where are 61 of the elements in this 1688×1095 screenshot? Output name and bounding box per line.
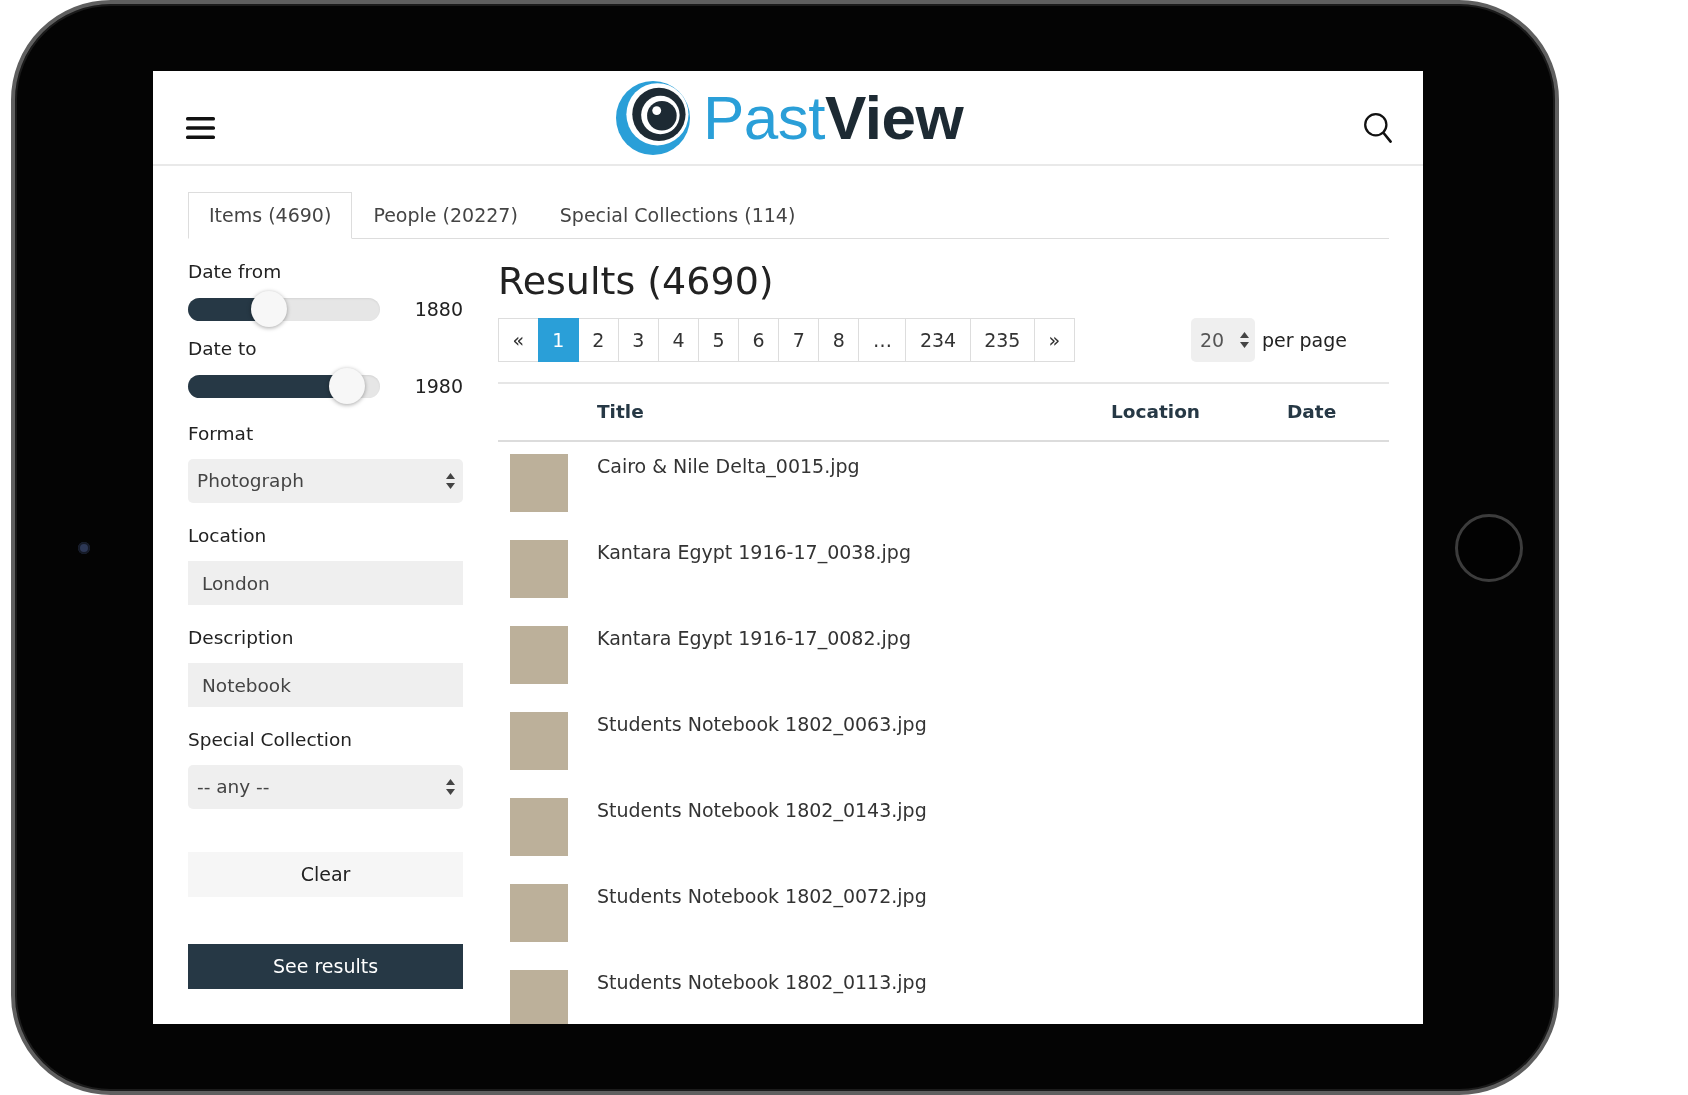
photo-thumbnail (510, 884, 568, 942)
field-label: Special Collection (188, 728, 354, 752)
page-link[interactable]: 8 (818, 318, 860, 362)
field-label: Date to (188, 337, 258, 361)
range-slider[interactable] (188, 368, 380, 404)
tab[interactable]: Special Collections (114) (538, 192, 817, 239)
page-link[interactable]: 3 (617, 318, 659, 362)
photo-thumbnail (510, 798, 568, 856)
photo-thumbnail (510, 454, 568, 512)
range-slider[interactable] (188, 291, 380, 327)
result-title[interactable]: Students Notebook 1802_0113.jpg (597, 971, 927, 993)
text-field[interactable]: London (188, 561, 463, 605)
select-arrows-icon (1239, 332, 1249, 348)
result-title[interactable]: Students Notebook 1802_0063.jpg (597, 713, 927, 735)
logo-wordmark: PastView (702, 86, 964, 149)
camera-lens-icon (78, 541, 90, 554)
column-header: Location (1111, 400, 1201, 425)
page-link[interactable]: 7 (778, 318, 820, 362)
page-link[interactable]: 235 (969, 318, 1035, 362)
select-arrows-icon (446, 473, 455, 489)
photo-thumbnail (510, 540, 568, 598)
results-heading: Results (4690) (498, 258, 775, 304)
page-link[interactable]: … (858, 318, 907, 362)
result-title[interactable]: Kantara Egypt 1916-17_0082.jpg (597, 627, 911, 649)
select-field[interactable]: -- any -- (188, 765, 463, 809)
photo-thumbnail (510, 626, 568, 684)
result-title[interactable]: Students Notebook 1802_0072.jpg (597, 885, 927, 907)
field-label: Format (188, 422, 255, 446)
result-title[interactable]: Kantara Egypt 1916-17_0038.jpg (597, 541, 911, 563)
per-page-label: per page (1261, 327, 1347, 353)
text-field[interactable]: Notebook (188, 663, 463, 707)
clear-button[interactable]: Clear (188, 852, 463, 897)
tab[interactable]: People (20227) (352, 192, 539, 239)
page-link[interactable]: 6 (738, 318, 780, 362)
column-header: Date (1287, 400, 1338, 425)
photo-thumbnail (510, 712, 568, 770)
slider-value: 1980 (414, 374, 463, 398)
page-link[interactable]: 4 (657, 318, 699, 362)
page-link[interactable]: 2 (577, 318, 619, 362)
logo-icon (615, 80, 690, 155)
result-title[interactable]: Students Notebook 1802_0143.jpg (597, 799, 927, 821)
page-link[interactable]: 234 (905, 318, 971, 362)
slider-thumb[interactable] (250, 291, 287, 327)
field-label: Location (188, 524, 268, 548)
slider-value: 1880 (414, 297, 463, 321)
search-icon[interactable] (1364, 112, 1392, 143)
result-title[interactable]: Cairo & Nile Delta_0015.jpg (597, 455, 860, 477)
page-link[interactable]: « (498, 318, 539, 362)
photo-thumbnail (510, 970, 568, 1024)
tab[interactable]: Items (4690) (188, 192, 353, 239)
menu-icon[interactable] (186, 116, 215, 139)
search-button[interactable]: See results (188, 944, 463, 989)
field-label: Date from (188, 260, 283, 284)
page-link[interactable]: » (1033, 318, 1075, 362)
select-field[interactable]: Photograph (188, 459, 463, 503)
per-page-select[interactable]: 20 (1190, 318, 1255, 362)
field-label: Description (188, 626, 295, 650)
slider-thumb[interactable] (329, 368, 366, 404)
column-header: Title (597, 400, 645, 425)
page-link[interactable]: 5 (698, 318, 740, 362)
select-arrows-icon (446, 779, 455, 795)
